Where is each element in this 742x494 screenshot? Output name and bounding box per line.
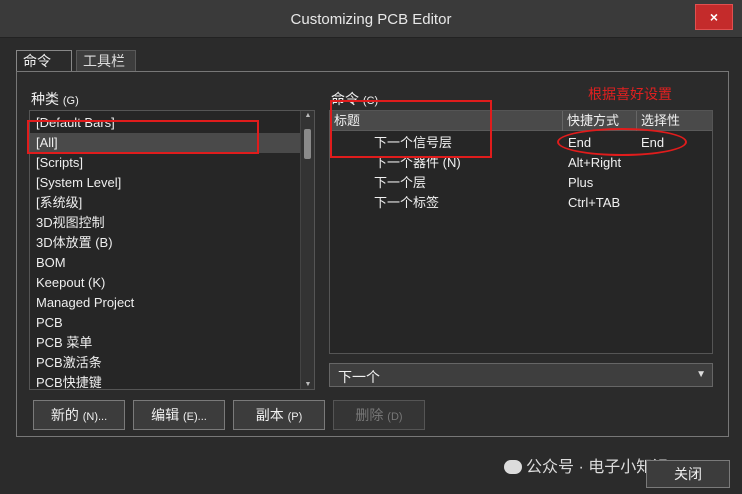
filter-value: 下一个 bbox=[338, 369, 380, 385]
edit-button[interactable]: 编辑 (E)... bbox=[133, 400, 225, 430]
categories-label-text: 种类 bbox=[31, 91, 59, 107]
copy-button-shortcut: (P) bbox=[287, 411, 303, 423]
tab-commands[interactable]: 命令 bbox=[16, 50, 72, 72]
copy-button-label: 副本 bbox=[255, 407, 284, 423]
table-row-title[interactable]: 下一个层 bbox=[374, 173, 426, 193]
list-item[interactable]: [Scripts] bbox=[36, 153, 83, 173]
annotation-box-all bbox=[27, 120, 259, 154]
list-item[interactable]: [系统级] bbox=[36, 193, 82, 213]
annotation-box-title bbox=[330, 100, 492, 158]
table-row-shortcut[interactable]: Ctrl+TAB bbox=[568, 193, 620, 213]
list-item[interactable]: BOM bbox=[36, 253, 66, 273]
annotation-ellipse-shortcut bbox=[557, 128, 687, 156]
list-item[interactable]: PCB激活条 bbox=[36, 353, 102, 373]
table-row-shortcut[interactable]: Plus bbox=[568, 173, 593, 193]
delete-button-shortcut: (D) bbox=[387, 411, 403, 423]
new-button-label: 新的 bbox=[50, 407, 79, 423]
delete-button[interactable]: 删除 (D) bbox=[333, 400, 425, 430]
close-icon[interactable]: × bbox=[695, 4, 733, 30]
edit-button-shortcut: (E)... bbox=[183, 411, 207, 423]
close-button[interactable]: 关闭 bbox=[646, 460, 730, 488]
list-item[interactable]: PCB 菜单 bbox=[36, 333, 92, 353]
delete-button-label: 删除 bbox=[355, 407, 384, 423]
scrollbar-thumb[interactable] bbox=[304, 129, 311, 159]
list-item[interactable]: PCB快捷键 bbox=[36, 373, 102, 389]
edit-button-label: 编辑 bbox=[151, 407, 180, 423]
copy-button[interactable]: 副本 (P) bbox=[233, 400, 325, 430]
list-item[interactable]: 3D体放置 (B) bbox=[36, 233, 113, 253]
table-row-shortcut[interactable]: Alt+Right bbox=[568, 153, 621, 173]
wechat-icon bbox=[504, 460, 522, 474]
list-item[interactable]: Keepout (K) bbox=[36, 273, 105, 293]
filter-dropdown[interactable]: 下一个 ▼ bbox=[329, 363, 713, 387]
annotation-note: 根据喜好设置 bbox=[588, 86, 672, 102]
list-item[interactable]: 3D视图控制 bbox=[36, 213, 105, 233]
scroll-up-icon[interactable]: ▲ bbox=[301, 112, 314, 119]
window-title: Customizing PCB Editor bbox=[290, 11, 452, 28]
categories-shortcut: (G) bbox=[62, 95, 79, 107]
new-button-shortcut: (N)... bbox=[82, 411, 108, 423]
list-item[interactable]: Managed Project bbox=[36, 293, 134, 313]
list-item[interactable]: PCB bbox=[36, 313, 63, 333]
title-bar: Customizing PCB Editor × bbox=[0, 0, 742, 38]
scroll-down-icon[interactable]: ▼ bbox=[301, 381, 314, 388]
column-header-alt[interactable]: 选择性 bbox=[636, 111, 712, 131]
new-button[interactable]: 新的 (N)... bbox=[33, 400, 125, 430]
chevron-down-icon[interactable]: ▼ bbox=[696, 369, 706, 380]
tab-toolbars[interactable]: 工具栏 bbox=[76, 50, 136, 72]
list-item[interactable]: [System Level] bbox=[36, 173, 121, 193]
categories-label: 种类 (G) bbox=[31, 89, 79, 109]
watermark: 公众号 · 电子小知识 bbox=[504, 453, 668, 477]
categories-scrollbar[interactable]: ▲ ▼ bbox=[300, 111, 314, 389]
table-row-title[interactable]: 下一个标签 bbox=[374, 193, 439, 213]
